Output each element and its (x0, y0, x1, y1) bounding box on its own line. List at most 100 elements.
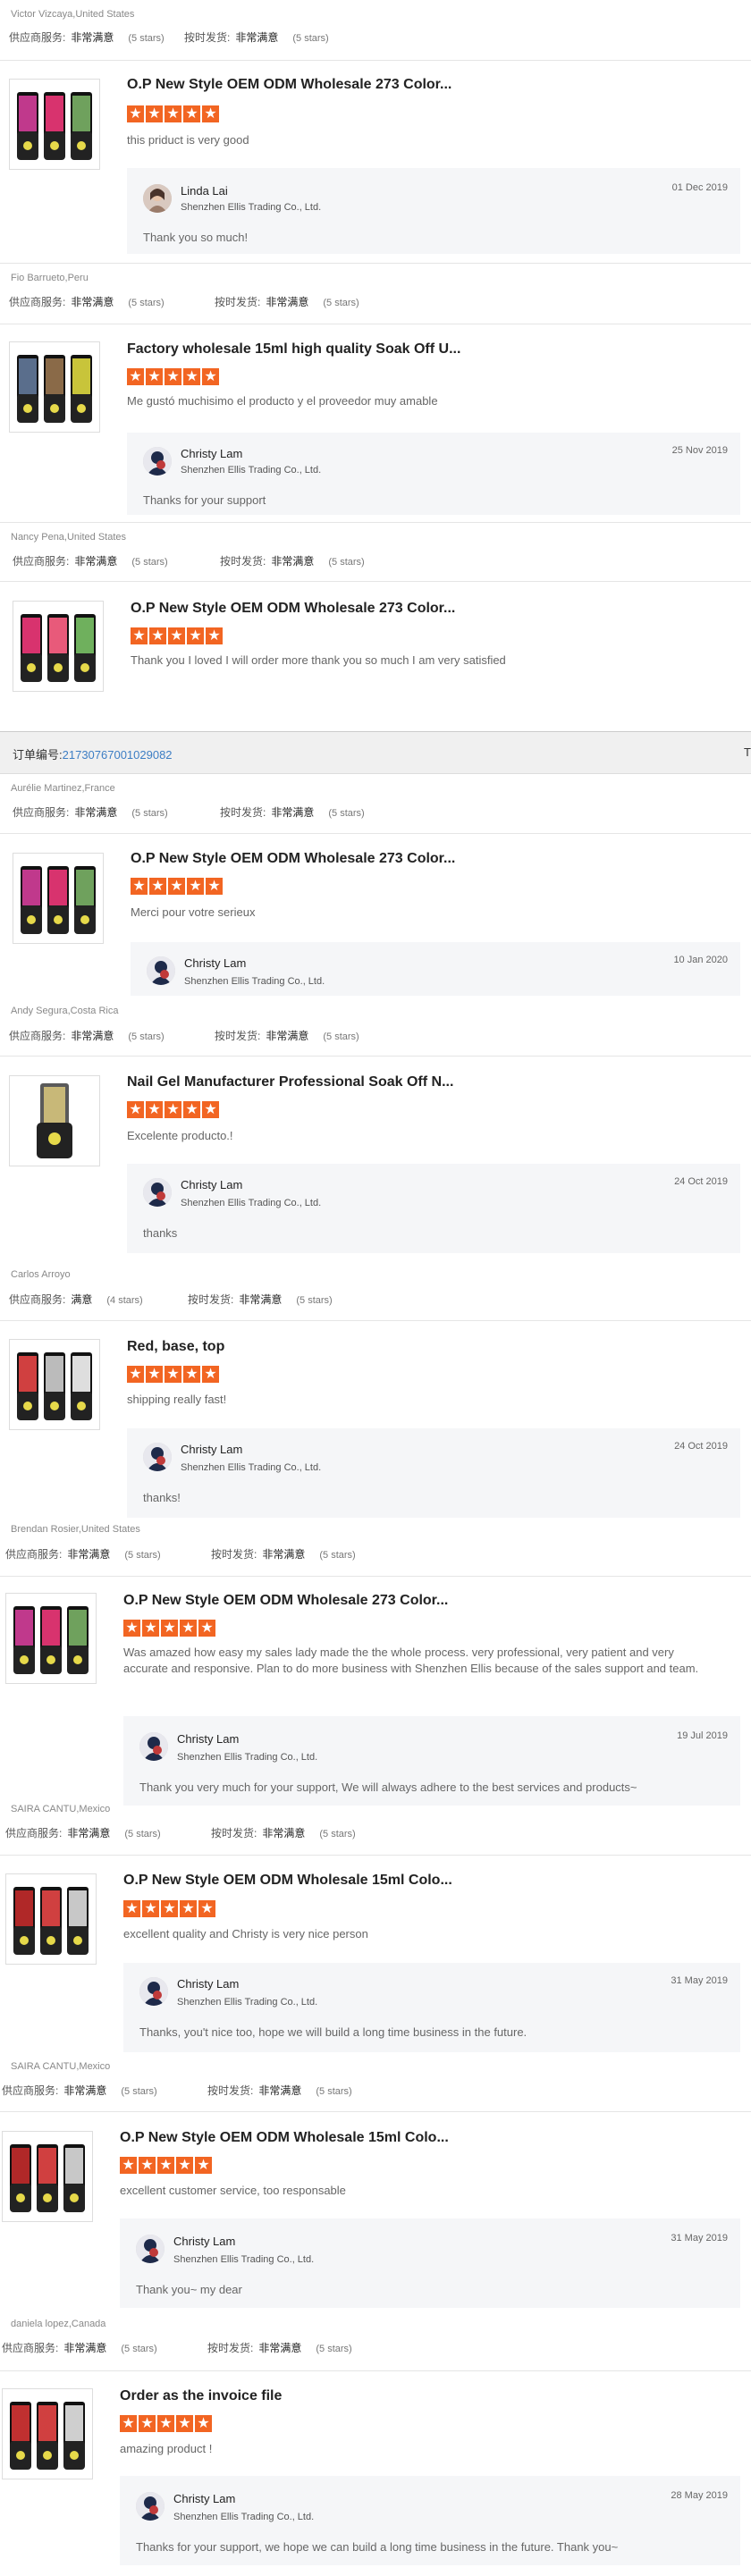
divider (0, 1576, 751, 1577)
star-icon (206, 626, 223, 645)
order-number-label: 订单编号:21730767001029082 (13, 748, 173, 762)
reply-date: 31 May 2019 (671, 2233, 728, 2243)
star-icon (168, 876, 185, 896)
star-icon (206, 876, 223, 896)
divider (0, 833, 751, 834)
star-rating (120, 2413, 214, 2435)
supplier-reply: Christy Lam Shenzhen Ellis Trading Co., … (127, 1164, 740, 1253)
star-icon (195, 2155, 212, 2175)
product-image[interactable] (2, 2388, 93, 2479)
star-icon (165, 1099, 181, 1119)
reply-text: Thanks for your support, we hope we can … (136, 2540, 619, 2554)
supplier-reply: Christy Lam Shenzhen Ellis Trading Co., … (123, 1716, 740, 1806)
supplier-reply: Christy Lam Shenzhen Ellis Trading Co., … (120, 2218, 740, 2308)
rating-summary: 供应商服务: 非常满意 (5 stars) 按时发货: 非常满意 (5 stars) (13, 806, 365, 819)
avatar (143, 447, 172, 476)
product-image[interactable] (9, 341, 100, 433)
star-icon (123, 1898, 140, 1918)
reply-author: Christy Lam (181, 1178, 243, 1191)
star-icon (146, 1099, 163, 1119)
reviewer-name: Andy Segura,Costa Rica (11, 1006, 119, 1016)
product-image[interactable] (9, 79, 100, 170)
rating-summary: 供应商服务: 满意 (4 stars) 按时发货: 非常满意 (5 stars) (9, 1293, 333, 1306)
avatar (143, 1443, 172, 1471)
star-rating (127, 1364, 221, 1385)
product-title[interactable]: O.P New Style OEM ODM Wholesale 15ml Col… (123, 1873, 452, 1889)
review-comment: Merci pour votre serieux (131, 905, 256, 919)
nail-polish-bottles-icon (17, 1352, 92, 1420)
product-image[interactable] (13, 853, 104, 944)
reply-company: Shenzhen Ellis Trading Co., Ltd. (181, 465, 322, 476)
star-icon (176, 2413, 193, 2433)
product-title[interactable]: O.P New Style OEM ODM Wholesale 273 Colo… (131, 601, 455, 617)
star-icon (161, 1898, 178, 1918)
product-title[interactable]: O.P New Style OEM ODM Wholesale 273 Colo… (131, 851, 455, 867)
avatar (147, 956, 175, 985)
avatar (143, 184, 172, 213)
supplier-reply: Christy Lam Shenzhen Ellis Trading Co., … (127, 433, 740, 515)
star-icon (165, 1364, 181, 1384)
product-title[interactable]: Nail Gel Manufacturer Professional Soak … (127, 1074, 453, 1090)
review-comment: this priduct is very good (127, 133, 249, 147)
product-title[interactable]: O.P New Style OEM ODM Wholesale 273 Colo… (123, 1593, 448, 1609)
rating-summary: 供应商服务: 非常满意 (5 stars) 按时发货: 非常满意 (5 stars) (13, 555, 365, 568)
reply-author: Christy Lam (177, 1977, 240, 1991)
reply-date: 31 May 2019 (671, 1975, 728, 1986)
star-icon (149, 626, 166, 645)
review-comment: Thank you I loved I will order more than… (131, 653, 506, 667)
review-comment: amazing product ! (120, 2442, 213, 2455)
star-icon (120, 2155, 137, 2175)
product-image[interactable] (2, 2131, 93, 2222)
product-title[interactable]: O.P New Style OEM ODM Wholesale 273 Colo… (127, 77, 451, 93)
star-rating (131, 876, 224, 897)
star-icon (202, 366, 219, 386)
star-icon (131, 626, 148, 645)
nail-polish-bottles-icon (21, 614, 96, 682)
star-rating (123, 1618, 217, 1639)
star-icon (195, 2413, 212, 2433)
order-number-link[interactable]: 21730767001029082 (63, 748, 173, 762)
avatar (143, 1178, 172, 1207)
reply-text: thanks (143, 1226, 178, 1240)
star-icon (202, 1099, 219, 1119)
product-image[interactable] (9, 1075, 100, 1166)
product-image[interactable] (13, 601, 104, 692)
reply-company: Shenzhen Ellis Trading Co., Ltd. (181, 1462, 322, 1473)
star-icon (176, 2155, 193, 2175)
reviewer-name: SAIRA CANTU,Mexico (11, 2061, 111, 2072)
reply-author: Christy Lam (181, 447, 243, 460)
reply-author: Linda Lai (181, 184, 228, 198)
rating-summary: 供应商服务: 非常满意 (5 stars) 按时发货: 非常满意 (5 stars) (9, 31, 329, 44)
reply-company: Shenzhen Ellis Trading Co., Ltd. (173, 2512, 315, 2522)
divider (0, 1320, 751, 1321)
review-comment: shipping really fast! (127, 1393, 227, 1406)
avatar (139, 1977, 168, 2006)
product-image[interactable] (5, 1593, 97, 1684)
product-title[interactable]: O.P New Style OEM ODM Wholesale 15ml Col… (120, 2130, 449, 2146)
divider (0, 263, 751, 264)
product-title[interactable]: Red, base, top (127, 1339, 224, 1355)
product-title[interactable]: Order as the invoice file (120, 2388, 282, 2404)
star-icon (187, 626, 204, 645)
star-icon (180, 1898, 197, 1918)
reply-author: Christy Lam (173, 2235, 236, 2248)
divider (0, 60, 751, 61)
star-icon (127, 366, 144, 386)
product-title[interactable]: Factory wholesale 15ml high quality Soak… (127, 341, 460, 358)
star-icon (165, 366, 181, 386)
star-icon (202, 1364, 219, 1384)
product-image[interactable] (9, 1339, 100, 1430)
reply-company: Shenzhen Ellis Trading Co., Ltd. (177, 1997, 318, 2008)
order-bar-more: T (744, 745, 751, 759)
star-rating (127, 366, 221, 388)
reply-date: 25 Nov 2019 (671, 445, 728, 456)
nail-polish-bottle-icon (37, 1083, 72, 1158)
supplier-reply: Linda Lai Shenzhen Ellis Trading Co., Lt… (127, 168, 740, 254)
star-icon (127, 1364, 144, 1384)
star-icon (202, 104, 219, 123)
product-image[interactable] (5, 1873, 97, 1965)
rating-summary: 供应商服务: 非常满意 (5 stars) 按时发货: 非常满意 (5 stars) (5, 1548, 356, 1561)
reply-company: Shenzhen Ellis Trading Co., Ltd. (181, 1198, 322, 1208)
avatar (139, 1732, 168, 1761)
star-icon (157, 2413, 174, 2433)
